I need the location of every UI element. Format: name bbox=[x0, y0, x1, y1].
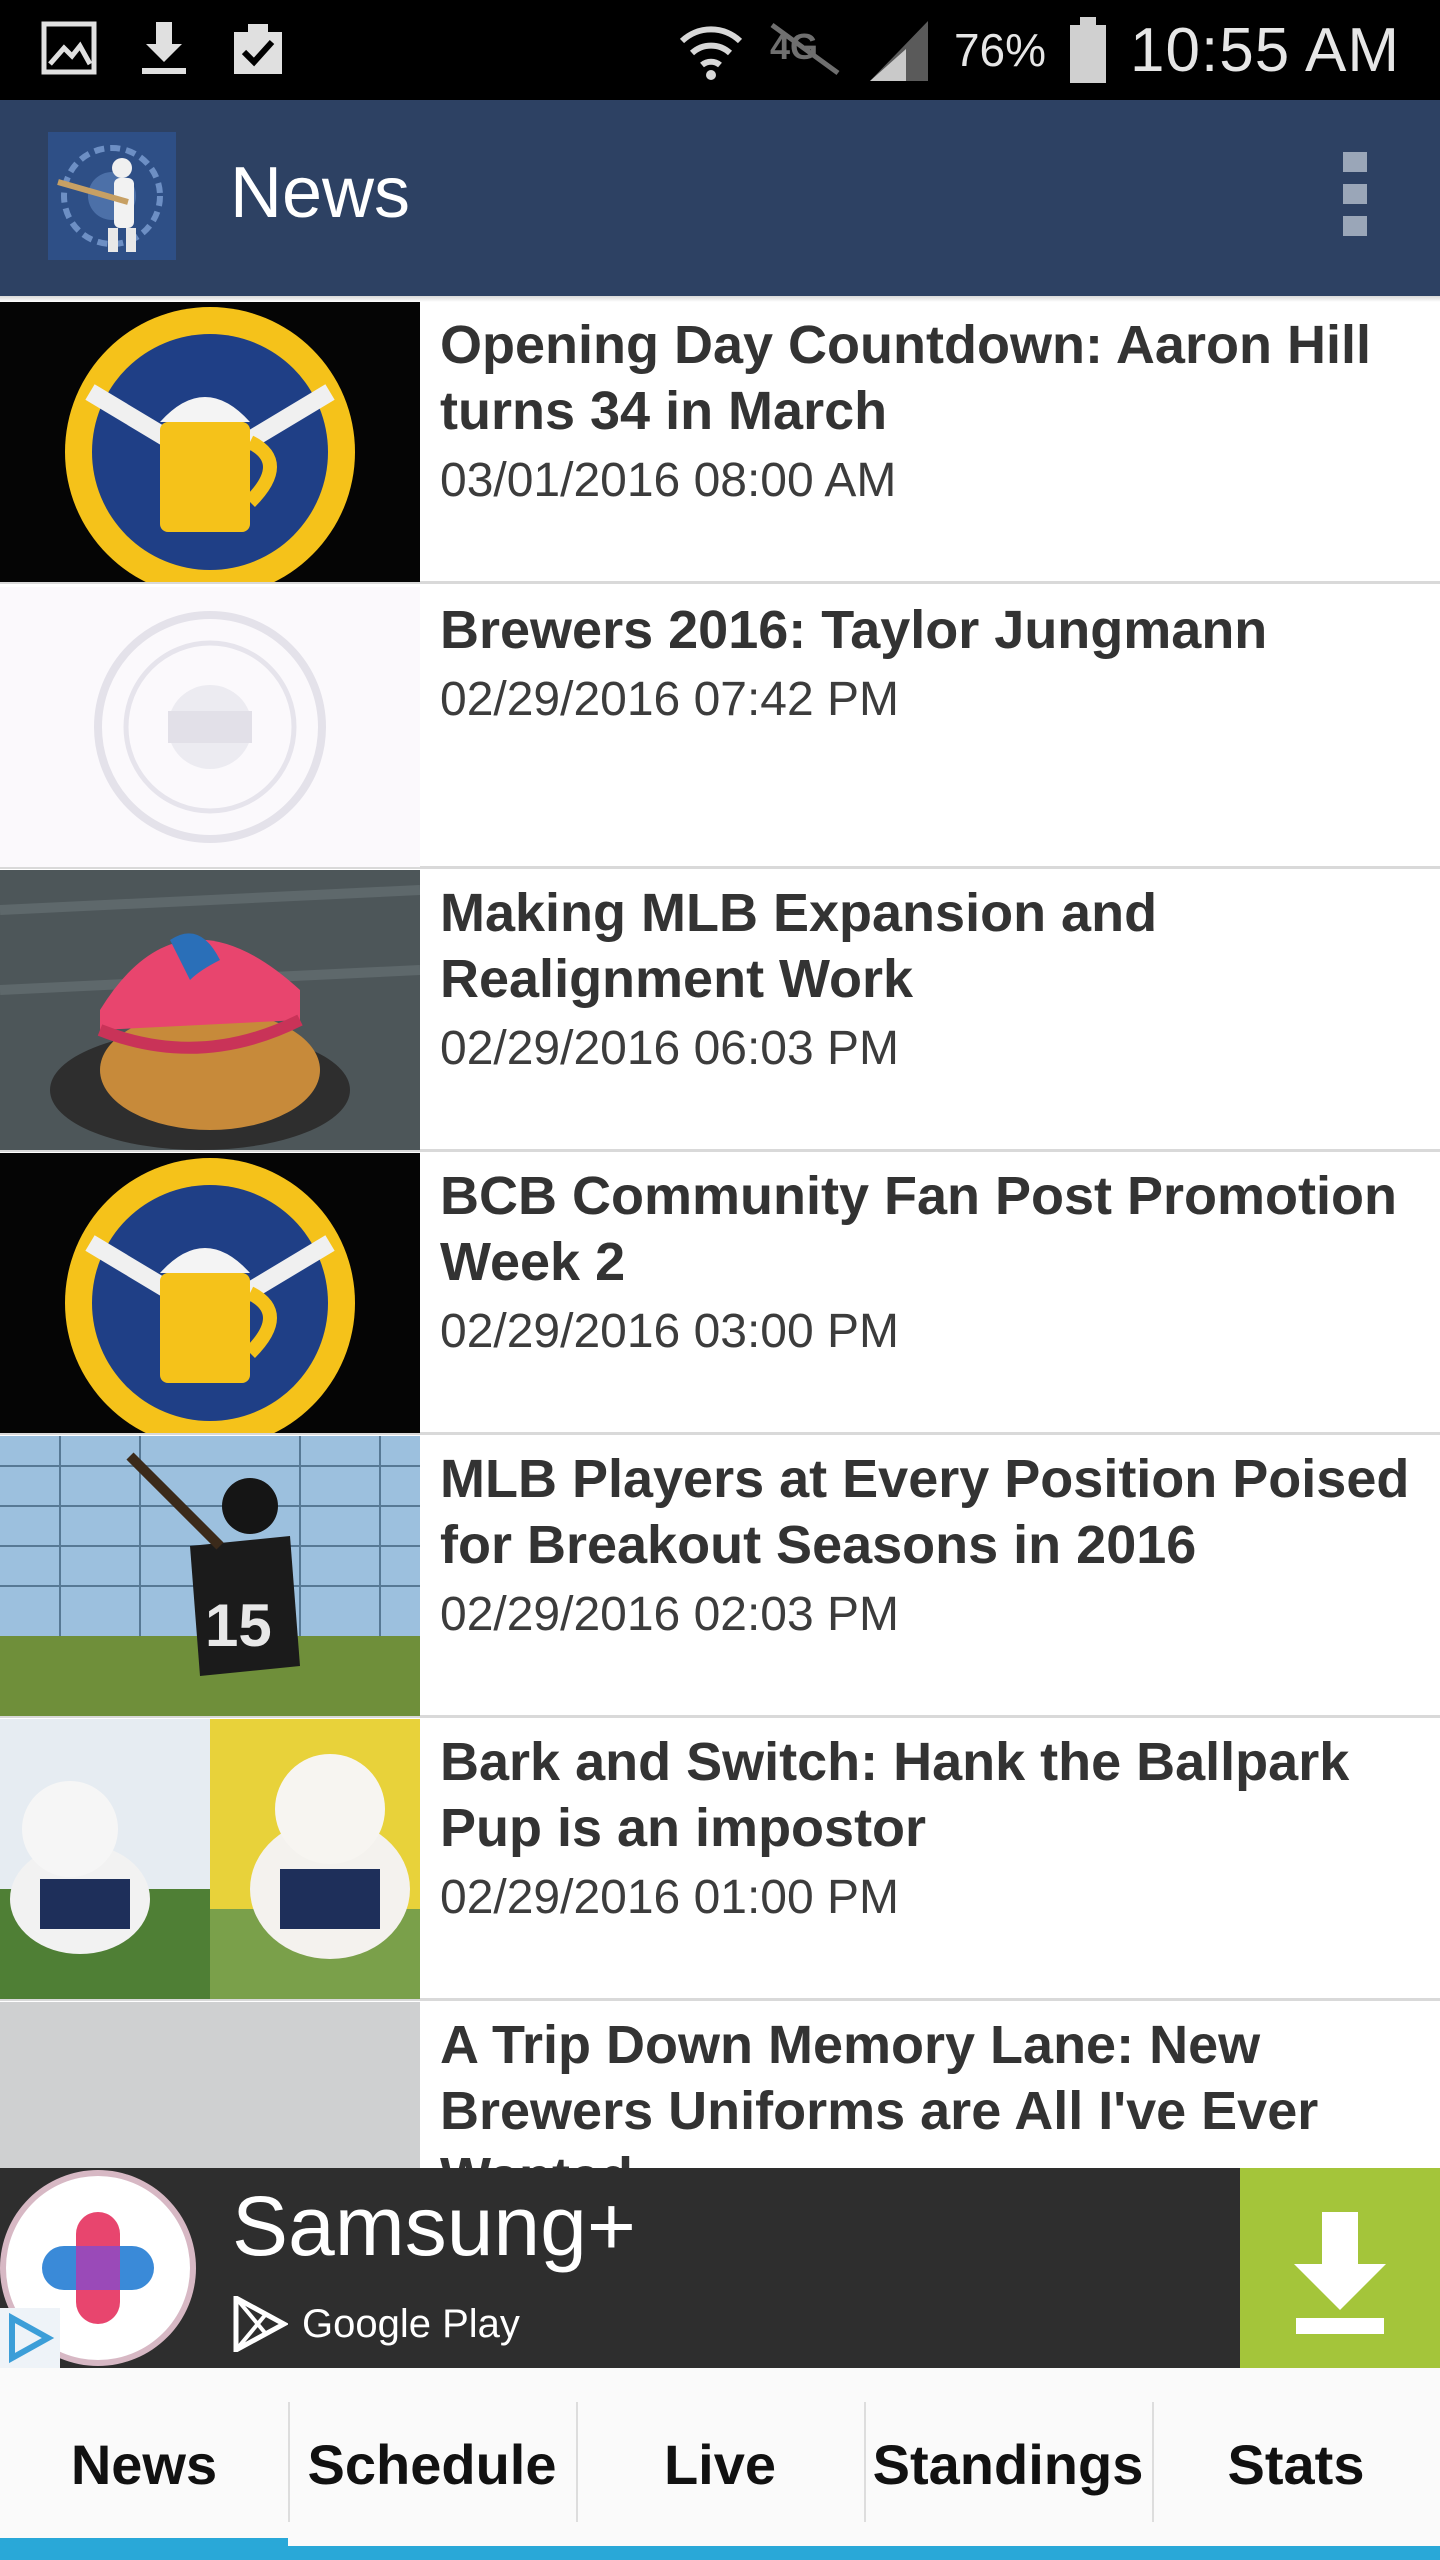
tab-indicator bbox=[576, 2546, 864, 2560]
tab-indicator bbox=[1152, 2546, 1440, 2560]
download-icon bbox=[142, 22, 186, 74]
status-bar-system: 4G 76% 10:55 AM bbox=[676, 10, 1400, 90]
batter-logo-icon[interactable] bbox=[48, 132, 176, 260]
svg-text:4G: 4G bbox=[770, 26, 818, 67]
placeholder-thumbnail bbox=[0, 2002, 420, 2168]
city-seal-thumbnail bbox=[0, 587, 420, 867]
news-item[interactable]: Brewers 2016: Taylor Jungmann 02/29/2016… bbox=[0, 587, 1440, 869]
google-play-icon bbox=[233, 2296, 288, 2352]
batter-photo-thumbnail: 15 bbox=[0, 1436, 420, 1716]
battery-percent: 76% bbox=[953, 24, 1047, 76]
news-title[interactable]: Brewers 2016: Taylor Jungmann bbox=[440, 597, 1434, 663]
tab-stats[interactable]: Stats bbox=[1152, 2368, 1440, 2560]
tab-indicator bbox=[864, 2546, 1152, 2560]
clipboard-check-icon bbox=[234, 24, 282, 74]
google-play-label: Google Play bbox=[302, 2301, 520, 2346]
news-list[interactable]: Opening Day Countdown: Aaron Hill turns … bbox=[0, 302, 1440, 2168]
tab-news[interactable]: News bbox=[0, 2368, 288, 2560]
ad-choices-icon[interactable] bbox=[0, 2308, 60, 2368]
wifi-icon bbox=[679, 26, 743, 80]
news-title[interactable]: Opening Day Countdown: Aaron Hill turns … bbox=[440, 312, 1434, 444]
news-date: 02/29/2016 06:03 PM bbox=[440, 1022, 900, 1075]
brewers-logo-thumbnail bbox=[0, 302, 420, 582]
news-title[interactable]: BCB Community Fan Post Promotion Week 2 bbox=[440, 1163, 1434, 1295]
bottom-tab-bar: News Schedule Live Standings Stats bbox=[0, 2368, 1440, 2560]
google-play-badge[interactable]: Google Play bbox=[232, 2296, 520, 2352]
news-title[interactable]: MLB Players at Every Position Poised for… bbox=[440, 1446, 1434, 1578]
news-date: 02/29/2016 02:03 PM bbox=[440, 1588, 900, 1641]
news-item[interactable]: Opening Day Countdown: Aaron Hill turns … bbox=[0, 302, 1440, 584]
tab-schedule[interactable]: Schedule bbox=[288, 2368, 576, 2560]
tab-label: Standings bbox=[872, 2432, 1144, 2496]
cap-and-glove-thumbnail bbox=[0, 870, 420, 1150]
news-item[interactable]: A Trip Down Memory Lane: New Brewers Uni… bbox=[0, 2002, 1440, 2168]
ad-app-name[interactable]: Samsung+ bbox=[232, 2178, 636, 2275]
ad-banner[interactable]: Samsung+ Google Play bbox=[0, 2168, 1440, 2368]
page-title: News bbox=[230, 153, 411, 233]
4g-lte-icon: 4G bbox=[770, 22, 840, 76]
news-date: 03/01/2016 08:00 AM bbox=[440, 454, 897, 507]
app-bar: News bbox=[0, 100, 1440, 296]
status-time: 10:55 AM bbox=[1130, 15, 1400, 85]
news-item[interactable]: Making MLB Expansion and Realignment Wor… bbox=[0, 870, 1440, 1152]
news-title[interactable]: A Trip Down Memory Lane: New Brewers Uni… bbox=[440, 2012, 1434, 2168]
tab-label: Stats bbox=[1227, 2432, 1365, 2496]
news-item[interactable]: Bark and Switch: Hank the Ballpark Pup i… bbox=[0, 1719, 1440, 2001]
news-date: 02/29/2016 07:42 PM bbox=[440, 673, 900, 726]
tab-label: News bbox=[70, 2432, 218, 2496]
tab-indicator bbox=[288, 2546, 576, 2560]
ad-download-button[interactable] bbox=[1240, 2168, 1440, 2368]
status-bar: 4G 76% 10:55 AM bbox=[0, 0, 1440, 100]
dog-photo-thumbnail bbox=[0, 1719, 420, 1999]
tab-label: Live bbox=[663, 2432, 777, 2496]
news-date: 02/29/2016 01:00 PM bbox=[440, 1871, 900, 1924]
battery-icon bbox=[1070, 17, 1107, 83]
download-icon bbox=[1294, 2212, 1386, 2334]
news-title[interactable]: Making MLB Expansion and Realignment Wor… bbox=[440, 880, 1434, 1012]
tab-label: Schedule bbox=[307, 2432, 557, 2496]
tab-indicator bbox=[0, 2538, 288, 2560]
news-date: 02/29/2016 03:00 PM bbox=[440, 1305, 900, 1358]
gallery-icon bbox=[41, 21, 97, 75]
brewers-logo-thumbnail bbox=[0, 1153, 420, 1433]
news-item[interactable]: 15 MLB Players at Every Position Poised … bbox=[0, 1436, 1440, 1718]
svg-text:15: 15 bbox=[205, 1592, 272, 1659]
tab-standings[interactable]: Standings bbox=[864, 2368, 1152, 2560]
news-title[interactable]: Bark and Switch: Hank the Ballpark Pup i… bbox=[440, 1729, 1434, 1861]
overflow-menu-icon[interactable] bbox=[1340, 152, 1370, 236]
status-bar-notifications bbox=[40, 18, 288, 78]
tab-live[interactable]: Live bbox=[576, 2368, 864, 2560]
signal-icon bbox=[869, 21, 928, 81]
news-item[interactable]: BCB Community Fan Post Promotion Week 2 … bbox=[0, 1153, 1440, 1435]
